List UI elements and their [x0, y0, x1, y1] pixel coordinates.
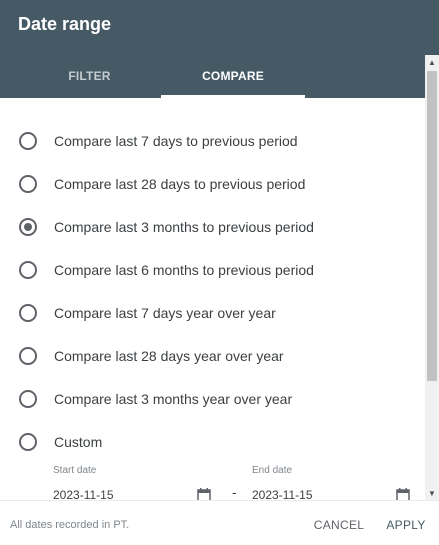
end-date-input[interactable]: 2023-11-15: [252, 488, 313, 500]
scroll-down-arrow-icon[interactable]: ▼: [425, 486, 439, 500]
compare-options-panel: Compare last 7 days to previous period C…: [0, 98, 425, 500]
tab-filter[interactable]: FILTER: [18, 54, 161, 98]
radio-button[interactable]: [19, 261, 37, 279]
dialog-header: Date range FILTER COMPARE: [0, 0, 439, 98]
start-date-input[interactable]: 2023-11-15: [53, 488, 114, 500]
radio-button[interactable]: [19, 304, 37, 322]
radio-button[interactable]: [19, 175, 37, 193]
option-label: Compare last 6 months to previous period: [54, 262, 314, 278]
option-label: Compare last 28 days year over year: [54, 348, 284, 364]
option-compare-7-days-yoy[interactable]: Compare last 7 days year over year: [0, 293, 425, 333]
option-label: Custom: [54, 434, 103, 450]
option-compare-28-days-previous[interactable]: Compare last 28 days to previous period: [0, 164, 425, 204]
option-label: Compare last 7 days year over year: [54, 305, 276, 321]
cancel-button[interactable]: CANCEL: [305, 511, 373, 539]
calendar-icon[interactable]: [197, 488, 211, 500]
start-date-label: Start date: [53, 465, 97, 476]
option-custom[interactable]: Custom: [0, 422, 425, 462]
option-compare-3-months-previous[interactable]: Compare last 3 months to previous period: [0, 207, 425, 247]
tab-compare[interactable]: COMPARE: [161, 54, 305, 98]
option-compare-7-days-previous[interactable]: Compare last 7 days to previous period: [0, 121, 425, 161]
dialog-title: Date range: [18, 14, 112, 34]
option-label: Compare last 28 days to previous period: [54, 176, 306, 192]
apply-button[interactable]: APPLY: [380, 511, 432, 539]
end-date-label: End date: [252, 465, 293, 476]
date-range-dialog: Date range FILTER COMPARE Compare last 7…: [0, 0, 439, 545]
option-label: Compare last 7 days to previous period: [54, 133, 298, 149]
radio-button[interactable]: [19, 132, 37, 150]
timezone-note: All dates recorded in PT.: [10, 519, 130, 531]
option-compare-28-days-yoy[interactable]: Compare last 28 days year over year: [0, 336, 425, 376]
dialog-footer: All dates recorded in PT. CANCEL APPLY: [0, 500, 439, 545]
scroll-up-arrow-icon[interactable]: ▲: [425, 55, 439, 69]
scrollbar-thumb[interactable]: [427, 71, 437, 381]
radio-button[interactable]: [19, 390, 37, 408]
radio-button[interactable]: [19, 433, 37, 451]
vertical-scrollbar[interactable]: ▲ ▼: [425, 55, 439, 500]
radio-button[interactable]: [19, 347, 37, 365]
calendar-icon[interactable]: [396, 488, 410, 500]
option-compare-3-months-yoy[interactable]: Compare last 3 months year over year: [0, 379, 425, 419]
radio-button-selected[interactable]: [19, 218, 37, 236]
option-label: Compare last 3 months to previous period: [54, 219, 314, 235]
date-range-separator: -: [232, 484, 237, 500]
option-label: Compare last 3 months year over year: [54, 391, 293, 407]
option-compare-6-months-previous[interactable]: Compare last 6 months to previous period: [0, 250, 425, 290]
